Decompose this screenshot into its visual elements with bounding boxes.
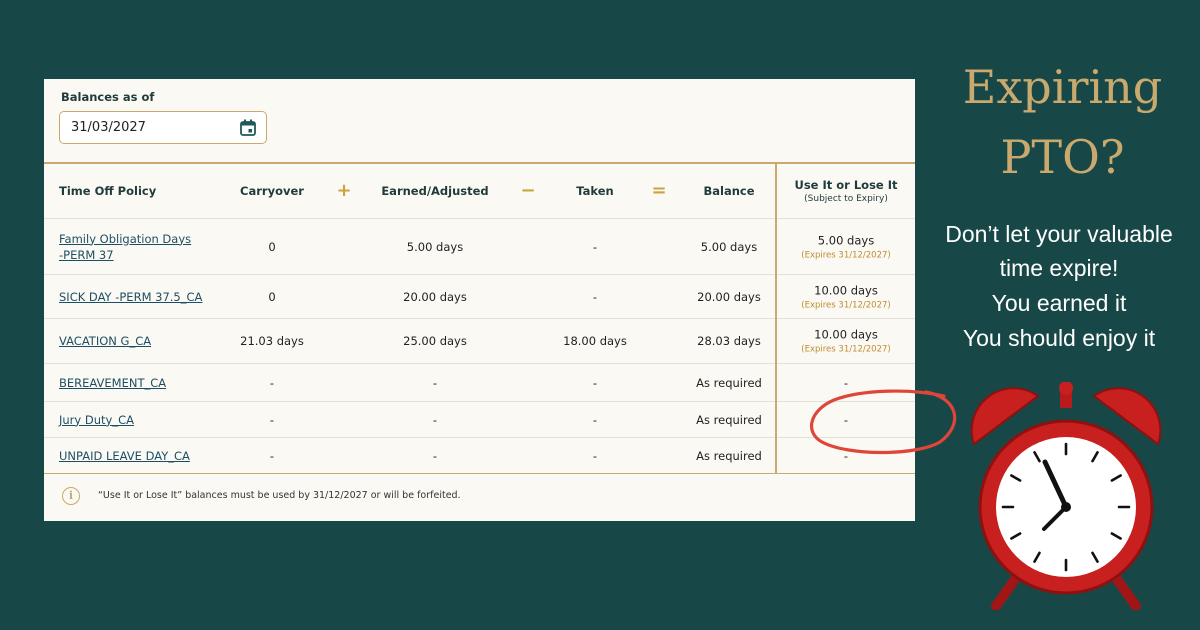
table-row: Family Obligation Days -PERM 37 0 5.00 d… [44, 218, 915, 274]
use-it-cell: 10.00 days (Expires 31/12/2027) [776, 283, 916, 310]
header-balance: Balance [703, 184, 755, 198]
carryover-cell: - [269, 375, 275, 390]
subtext-line-4: You should enjoy it [962, 325, 1156, 351]
policy-link[interactable]: VACATION G_CA [59, 333, 151, 349]
footer-note: “Use It or Lose It” balances must be use… [98, 490, 461, 501]
table-row: UNPAID LEAVE DAY_CA - - - As required - [44, 437, 915, 473]
taken-cell: - [592, 375, 598, 390]
policy-link-line1[interactable]: Family Obligation Days [59, 232, 191, 246]
subtext-line-3: You earned it [991, 290, 1127, 316]
taken-cell: - [592, 289, 598, 304]
earned-cell: 5.00 days [406, 239, 464, 254]
carryover-cell: 21.03 days [240, 334, 304, 348]
carryover-cell: - [269, 448, 275, 463]
expiry-note: (Expires 31/12/2027) [801, 344, 891, 355]
balance-cell: As required [696, 375, 762, 390]
balance-date-field[interactable]: 31/03/2027 [59, 111, 267, 144]
policy-link-line2[interactable]: -PERM 37 [59, 248, 114, 262]
alarm-clock-icon [970, 382, 1162, 610]
headline-line-1: Expiring [962, 60, 1163, 114]
policy-link[interactable]: UNPAID LEAVE DAY_CA [59, 448, 190, 464]
use-it-cell: 5.00 days (Expires 31/12/2027) [776, 233, 916, 260]
balance-date-value[interactable]: 31/03/2027 [71, 120, 146, 135]
table-row: VACATION G_CA 21.03 days 25.00 days 18.0… [44, 318, 915, 363]
balances-panel: Balances as of 31/03/2027 Time Off Polic… [44, 79, 957, 521]
policy-link[interactable]: SICK DAY -PERM 37.5_CA [59, 289, 202, 305]
minus-operator: − [520, 180, 536, 201]
table-bottom-divider [44, 473, 915, 474]
earned-cell: 25.00 days [403, 334, 467, 348]
policy-link[interactable]: Jury Duty_CA [59, 412, 134, 428]
taken-cell: - [592, 412, 598, 427]
table-row: BEREAVEMENT_CA - - - As required - [44, 363, 915, 401]
use-it-cell: 10.00 days (Expires 31/12/2027) [776, 328, 916, 355]
taken-cell: 18.00 days [563, 334, 627, 348]
balance-cell: 28.03 days [697, 334, 761, 348]
expiry-note: (Expires 31/12/2027) [801, 300, 891, 310]
use-it-column-divider [775, 162, 777, 474]
plus-operator: + [336, 180, 352, 201]
balance-cell: As required [696, 448, 762, 463]
header-use-it-or-lose-it: Use It or Lose It (Subject to Expiry) [776, 178, 916, 204]
table-row: Jury Duty_CA - - - As required - [44, 401, 915, 437]
earned-cell: - [432, 375, 438, 390]
earned-cell: - [432, 412, 438, 427]
header-use-title: Use It or Lose It [794, 178, 898, 192]
table-row: SICK DAY -PERM 37.5_CA 0 20.00 days - 20… [44, 274, 915, 318]
headline-line-2: PTO? [1000, 130, 1125, 184]
balances-as-of-label: Balances as of [61, 90, 155, 104]
table-header-row: Time Off Policy Carryover + Earned/Adjus… [44, 164, 915, 218]
taken-cell: - [592, 448, 598, 463]
policy-rows: Family Obligation Days -PERM 37 0 5.00 d… [44, 218, 915, 473]
policy-link[interactable]: Family Obligation Days -PERM 37 [59, 231, 191, 263]
carryover-cell: - [269, 412, 275, 427]
header-carryover: Carryover [240, 184, 304, 198]
earned-cell: 20.00 days [403, 289, 467, 304]
subtext-line-2: time expire! [999, 255, 1119, 281]
subtext-line-1: Don’t let your valuable [945, 221, 1173, 247]
calendar-icon[interactable] [240, 119, 256, 136]
use-it-value: 10.00 days [814, 327, 878, 342]
carryover-cell: 0 [268, 289, 276, 304]
balance-cell: As required [696, 412, 762, 427]
policy-link[interactable]: BEREAVEMENT_CA [59, 375, 166, 391]
carryover-cell: 0 [268, 239, 276, 254]
header-use-subtitle: (Subject to Expiry) [804, 194, 888, 204]
highlight-circle [810, 389, 957, 455]
use-it-value: 10.00 days [814, 283, 878, 297]
balance-cell: 5.00 days [700, 239, 758, 254]
earned-cell: - [432, 448, 438, 463]
header-earned: Earned/Adjusted [381, 184, 489, 198]
info-icon: i [62, 487, 80, 505]
expiry-note: (Expires 31/12/2027) [801, 250, 891, 260]
balance-cell: 20.00 days [697, 289, 761, 304]
equals-operator: = [651, 180, 667, 201]
use-it-value: 5.00 days [817, 233, 875, 247]
taken-cell: - [592, 239, 598, 254]
header-policy: Time Off Policy [59, 184, 157, 198]
header-taken: Taken [576, 184, 614, 198]
